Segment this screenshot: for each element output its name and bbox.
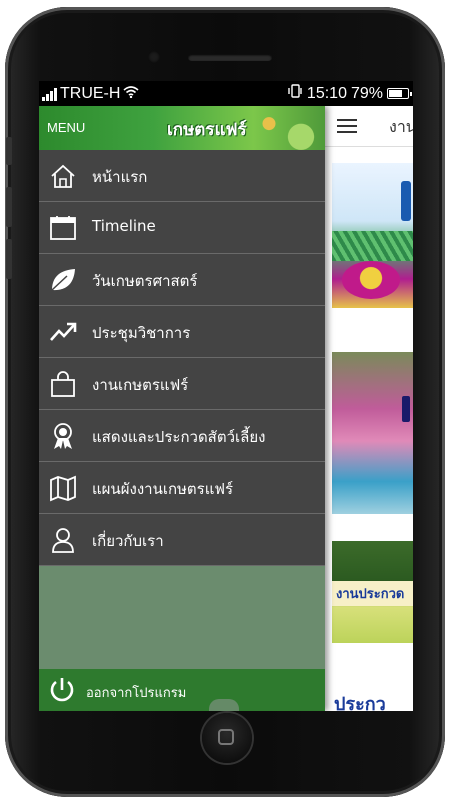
menu-item-conference[interactable]: ประชุมวิชาการ [39,306,325,358]
wifi-icon [123,81,139,106]
mute-switch [6,137,12,165]
header-decoration [245,106,325,150]
menu-item-label: วันเกษตรศาสตร์ [92,272,198,290]
battery-icon [387,88,412,99]
menu-item-label: แสดงและประกวดสัตว์เลี้ยง [92,428,266,446]
menu-item-label: Timeline [92,217,156,235]
home-icon [49,162,77,190]
drawer-header: MENU เกษตรแฟร์ [39,106,325,150]
menu-label: MENU [47,120,86,135]
menu-item-home[interactable]: หน้าแรก [39,150,325,202]
menu-item-about[interactable]: เกี่ยวกับเรา [39,514,325,566]
hamburger-menu-icon[interactable] [337,119,357,133]
battery-percent: 79% [350,85,383,102]
menu-item-agriculture-day[interactable]: วันเกษตรศาสตร์ [39,254,325,306]
menu-item-timeline[interactable]: Timeline [39,202,325,254]
menu-item-label: หน้าแรก [92,168,148,186]
phone-screen: TRUE-H 15:10 79% งาน งานประกวด ประกว MEN… [39,81,413,711]
exit-program-label: ออกจากโปรแกรม [86,686,187,701]
clock: 15:10 [306,85,347,102]
exit-program-button[interactable]: ออกจากโปรแกรม [39,669,325,711]
news-thumbnail-2[interactable] [332,352,413,514]
menu-item-label: เกี่ยวกับเรา [92,532,164,550]
status-bar: TRUE-H 15:10 79% [39,81,413,106]
power-icon [47,675,77,705]
menu-item-label: ประชุมวิชาการ [92,324,191,342]
menu-item-label: แผนผังงานเกษตรแฟร์ [92,480,234,498]
navigation-drawer: MENU เกษตรแฟร์ หน้าแรก Timeline วันเกษตร… [39,106,325,711]
signal-icon [42,87,57,101]
menu-item-label: งานเกษตรแฟร์ [92,376,189,394]
thumbnail-3-caption: งานประกวด [332,581,413,606]
news-thumbnail-1[interactable] [332,163,413,308]
map-icon [49,474,77,502]
award-ribbon-icon [49,422,77,450]
volume-up-button [6,187,12,227]
menu-item-pet-show[interactable]: แสดงและประกวดสัตว์เลี้ยง [39,410,325,462]
leaf-icon [49,266,77,294]
page-title: งาน [389,117,413,136]
trend-arrow-icon [49,318,77,346]
menu-item-fair-map[interactable]: แผนผังงานเกษตรแฟร์ [39,462,325,514]
phone-frame: TRUE-H 15:10 79% งาน งานประกวด ประกว MEN… [5,7,445,797]
home-button[interactable] [202,713,252,763]
volume-down-button [6,239,12,279]
front-camera [148,51,160,63]
shopping-bag-icon [49,370,77,398]
carrier-label: TRUE-H [60,85,121,102]
vibrate-icon [287,81,303,106]
calendar-icon [49,214,77,242]
drawer-menu: หน้าแรก Timeline วันเกษตรศาสตร์ ประชุมวิ… [39,150,325,566]
drag-handle[interactable] [209,699,239,711]
news-thumbnail-4[interactable]: ประกว [332,689,413,711]
menu-item-fair[interactable]: งานเกษตรแฟร์ [39,358,325,410]
brand-logo-text: เกษตรแฟร์ [167,120,247,140]
news-thumbnail-3[interactable]: งานประกวด [332,541,413,643]
thumbnail-4-caption: ประกว [334,694,386,711]
person-icon [49,526,77,554]
earpiece [188,54,272,61]
